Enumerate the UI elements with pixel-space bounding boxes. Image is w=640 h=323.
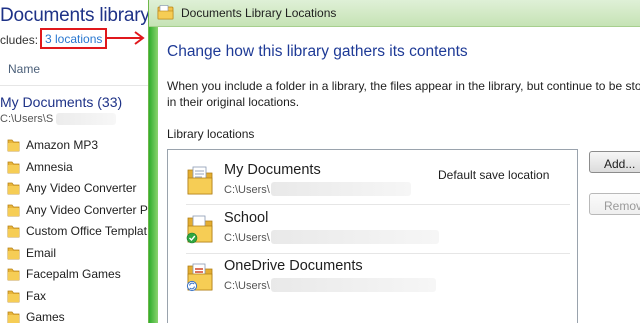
folder-name: Email (26, 245, 57, 260)
folder-name: Amnesia (26, 159, 73, 174)
location-name: School (224, 210, 269, 226)
onedrive-folder-sync-icon (186, 263, 213, 292)
locations-link[interactable]: 3 locations (40, 28, 108, 49)
folder-title: My Documents (33) (0, 94, 123, 110)
folder-name: Custom Office Templat (26, 224, 147, 238)
location-name: My Documents (224, 162, 321, 178)
description-line: in their original locations. (167, 94, 300, 109)
includes-label: cludes: (0, 33, 39, 47)
list-item[interactable]: Email (0, 242, 150, 264)
folder-path: C:\Users\S (0, 113, 54, 125)
description-line: When you include a folder in a library, … (167, 79, 640, 93)
location-item-my-documents[interactable]: My Documents C:\Users\ Default save loca… (186, 162, 571, 210)
library-locations-dialog: Documents Library Locations Change how t… (148, 0, 640, 323)
folder-name: Games (26, 310, 65, 323)
blurred-path (271, 182, 411, 196)
location-name: OneDrive Documents (224, 258, 363, 274)
folder-name: Amazon MP3 (26, 138, 99, 152)
window-frame (149, 27, 158, 323)
folder-icon (7, 139, 20, 152)
list-item[interactable]: Custom Office Templat (0, 220, 150, 242)
folder-icon (7, 311, 20, 323)
red-arrow-icon (106, 31, 145, 45)
library-icon (157, 5, 174, 20)
blurred-path (271, 278, 436, 292)
location-path: C:\Users\ (224, 232, 270, 244)
folder-name: Any Video Converter (26, 181, 137, 195)
folder-icon (7, 268, 20, 281)
remove-button[interactable]: Remov (589, 193, 640, 215)
folder-name: Facepalm Games (26, 267, 121, 281)
folder-name: Fax (26, 288, 47, 303)
list-item[interactable]: Fax (0, 285, 150, 307)
column-header: Name (0, 52, 150, 86)
list-item[interactable]: Facepalm Games (0, 263, 150, 285)
file-list: Amazon MP3 Amnesia Any Video Converter A… (0, 134, 152, 323)
location-path: C:\Users\ (224, 280, 270, 292)
list-item[interactable]: Games (0, 306, 150, 323)
folder-icon (7, 161, 20, 173)
folder-name: Any Video Converter Pr (26, 202, 152, 217)
documents-folder-icon (187, 166, 213, 195)
library-locations-label: Library locations (167, 127, 255, 141)
divider (186, 253, 570, 254)
list-item[interactable]: Amnesia (0, 156, 150, 178)
blurred-path (271, 230, 439, 244)
folder-icon (7, 225, 20, 238)
blurred-username (56, 113, 116, 125)
dialog-description: When you include a folder in a library, … (167, 79, 640, 110)
divider (186, 204, 570, 205)
folder-icon (7, 182, 20, 195)
library-locations-list[interactable]: My Documents C:\Users\ Default save loca… (167, 149, 578, 323)
explorer-window: Documents library cludes: 3 locations Na… (0, 0, 152, 323)
default-save-label: Default save location (438, 168, 550, 182)
name-column-header[interactable]: Name (8, 62, 40, 76)
list-item[interactable]: Any Video Converter Pr (0, 199, 152, 221)
library-title: Documents library (0, 5, 150, 26)
location-item-onedrive-documents[interactable]: OneDrive Documents C:\Users\ (186, 258, 571, 306)
location-item-school[interactable]: School C:\Users\ (186, 210, 571, 258)
add-button[interactable]: Add... (589, 151, 640, 173)
dialog-title: Documents Library Locations (181, 6, 337, 20)
list-item[interactable]: Any Video Converter (0, 177, 150, 199)
dialog-heading: Change how this library gathers its cont… (167, 43, 468, 60)
folder-icon (7, 290, 20, 302)
location-path: C:\Users\ (224, 184, 270, 196)
folder-icon (7, 247, 20, 259)
dialog-body: Change how this library gathers its cont… (158, 27, 640, 323)
list-item[interactable]: Amazon MP3 (0, 134, 150, 156)
shared-folder-check-icon (186, 215, 213, 244)
folder-icon (7, 204, 20, 216)
title-bar[interactable]: Documents Library Locations (149, 0, 640, 27)
